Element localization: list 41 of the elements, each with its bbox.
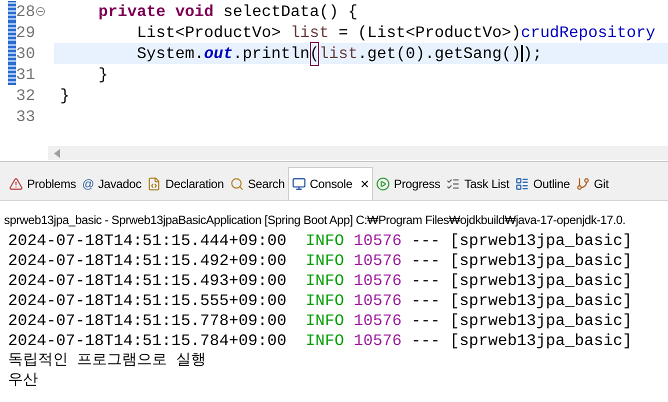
console-header: sprweb13jpa_basic - Sprweb13jpaBasicApplication [Spring Boot App] C:₩Program Files₩ojdkbuild₩java-17-openjdk-17.0. [3,212,626,229]
scroll-left-icon[interactable] [54,148,60,158]
fold-icon[interactable] [36,7,46,16]
log-line: 2024-07-18T14:51:15.444+09:00 INFO 10576 --- [sprweb13jpa_basic] [8,231,634,251]
list-icon [446,176,460,190]
code-line: } [59,86,71,106]
search-icon [230,176,244,190]
line-number: 29 [16,22,36,44]
line-number: 32 [16,86,36,106]
log-line: 2024-07-18T14:51:15.555+09:00 INFO 10576 --- [sprweb13jpa_basic] [8,291,634,311]
outline-icon [515,176,530,190]
line-number: 31 [16,64,36,86]
document-icon [147,176,162,190]
at-sign-icon: @ [82,174,94,192]
code-line: } [97,64,110,85]
log-line: 2024-07-18T14:51:15.778+09:00 INFO 10576 --- [sprweb13jpa_basic] [8,311,634,331]
git-icon [576,176,590,190]
problems-icon [9,176,23,190]
monitor-icon [292,177,306,191]
code-line: List<ProductVo> list = (List<ProductVo>)crudRepository [136,22,656,43]
line-number: 28 [16,2,36,22]
horizontal-scrollbar[interactable] [48,146,668,160]
log-line: 2024-07-18T14:51:15.784+09:00 INFO 10576 --- [sprweb13jpa_basic] [8,331,634,351]
close-icon[interactable]: × [360,176,369,192]
progress-icon [376,176,390,190]
code-line: private void selectData() { [97,2,359,22]
view-tab[interactable]: Console × [288,167,373,200]
view-tab[interactable]: Problems [6,167,80,200]
log-line: 2024-07-18T14:51:15.493+09:00 INFO 10576 --- [sprweb13jpa_basic] [8,271,634,291]
view-tab[interactable]: Progress [372,167,444,200]
view-tab[interactable]: Outline [512,167,573,200]
output-line: 독립적인 프로그램으로 실행 [8,351,208,371]
output-line: 우산 [8,371,39,391]
view-tab[interactable]: Task List [443,167,512,200]
log-line: 2024-07-18T14:51:15.492+09:00 INFO 10576 --- [sprweb13jpa_basic] [8,251,634,271]
view-tab[interactable]: Git [572,167,612,200]
view-tab[interactable]: Declaration [144,167,227,200]
line-number: 33 [16,106,36,128]
view-tab[interactable]: Search [226,167,288,200]
view-tab[interactable]: @ Javadoc [79,167,144,200]
line-number: 30 [16,44,36,64]
